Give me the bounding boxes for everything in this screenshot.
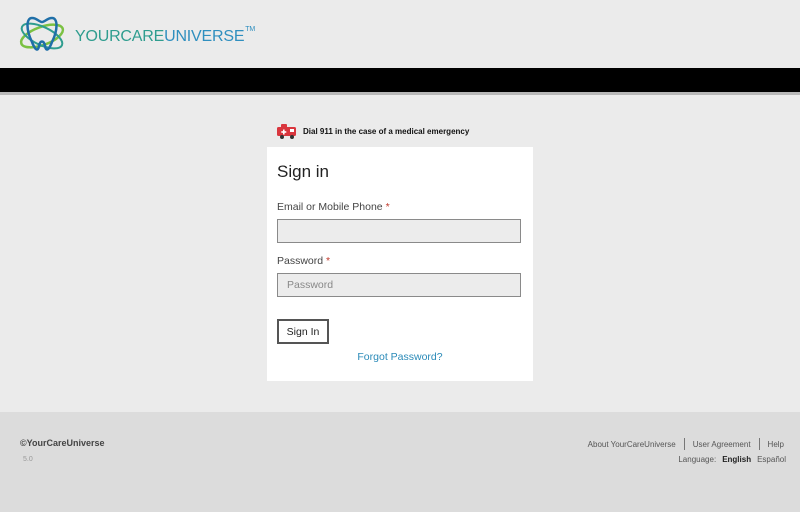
- user-agreement-link[interactable]: User Agreement: [693, 440, 751, 449]
- emergency-text: Dial 911 in the case of a medical emerge…: [303, 126, 470, 136]
- nav-divider: [0, 92, 800, 95]
- footer: ©YourCareUniverse 5.0 About YourCareUniv…: [0, 412, 800, 512]
- brand-name: YOURCAREUNIVERSETM: [75, 26, 256, 46]
- emergency-notice: Dial 911 in the case of a medical emerge…: [277, 122, 469, 140]
- about-link[interactable]: About YourCareUniverse: [588, 440, 676, 449]
- copyright-text: ©YourCareUniverse: [20, 438, 105, 448]
- sign-in-button[interactable]: Sign In: [277, 319, 329, 344]
- brand-name-part1: YOURCARE: [75, 28, 165, 45]
- password-label-text: Password: [277, 255, 324, 267]
- email-label: Email or Mobile Phone *: [277, 201, 390, 213]
- required-mark: *: [385, 201, 390, 213]
- language-label: Language:: [678, 455, 717, 464]
- email-field[interactable]: [277, 219, 521, 243]
- email-label-text: Email or Mobile Phone: [277, 201, 383, 213]
- logo-icon: [19, 16, 65, 51]
- language-english[interactable]: English: [722, 455, 751, 464]
- required-mark: *: [326, 255, 331, 267]
- signin-title: Sign in: [277, 162, 329, 181]
- trademark-mark: TM: [245, 26, 256, 33]
- version-text: 5.0: [23, 456, 33, 463]
- brand-logo[interactable]: YOURCAREUNIVERSETM: [18, 12, 255, 56]
- brand-name-part2: UNIVERSE: [164, 28, 245, 45]
- language-spanish[interactable]: Español: [757, 455, 786, 464]
- help-link[interactable]: Help: [768, 440, 784, 449]
- forgot-password-row: Forgot Password?: [267, 351, 533, 363]
- link-divider: [758, 438, 760, 450]
- signin-card: Sign in Email or Mobile Phone * Password…: [267, 147, 533, 381]
- nav-bar: [0, 68, 800, 92]
- link-divider: [683, 438, 685, 450]
- password-field[interactable]: [277, 273, 521, 297]
- forgot-password-link[interactable]: Forgot Password?: [357, 351, 442, 363]
- language-selector: Language: English Español: [678, 455, 786, 464]
- password-label: Password *: [277, 255, 330, 267]
- header: YOURCAREUNIVERSETM: [0, 0, 800, 68]
- footer-links: About YourCareUniverse User Agreement He…: [588, 438, 784, 450]
- ambulance-icon: [277, 124, 296, 139]
